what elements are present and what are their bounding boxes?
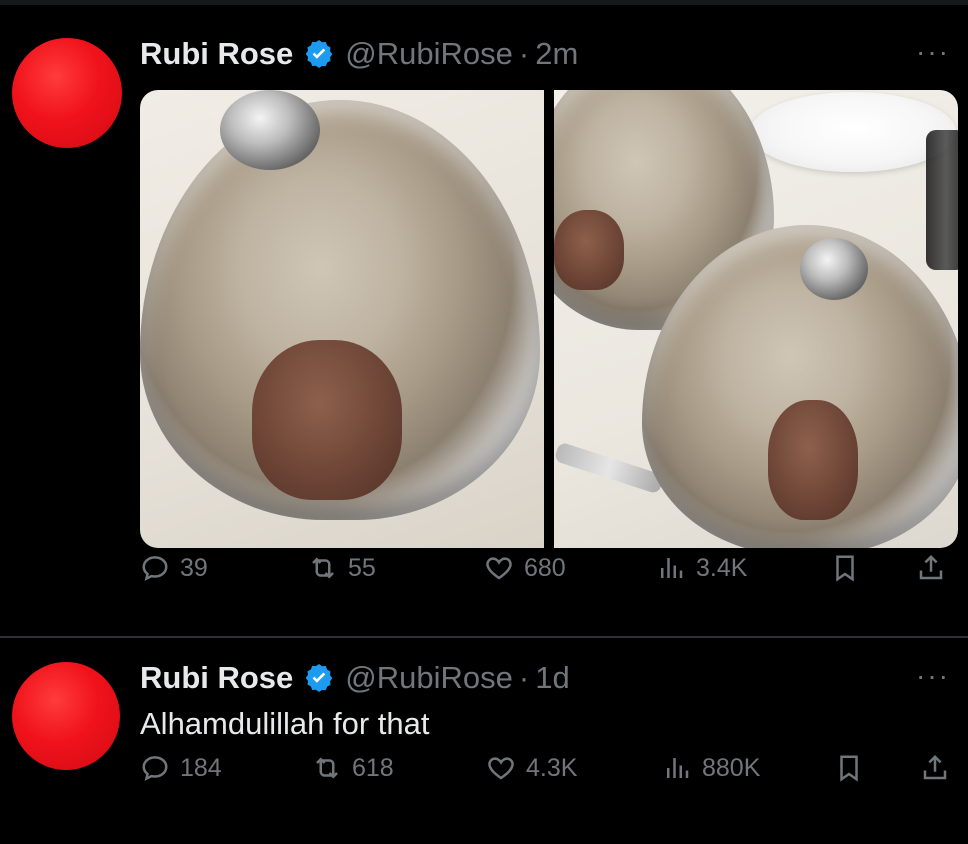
retweet-button[interactable]: 55 — [308, 553, 376, 583]
bar-chart-icon — [667, 758, 689, 778]
bookmark-button[interactable] — [834, 753, 864, 783]
top-separator — [0, 0, 968, 5]
bookmark-button[interactable] — [830, 553, 860, 583]
tweet-header: Rubi Rose @RubiRose · 2m — [140, 36, 578, 72]
cloche-knob — [800, 238, 868, 300]
tweet-media[interactable] — [140, 90, 958, 548]
separator-dot: · — [518, 660, 530, 695]
retweet-count: 618 — [352, 753, 394, 782]
share-button[interactable] — [920, 753, 950, 783]
reply-button[interactable]: 39 — [140, 553, 208, 583]
reply-count: 184 — [180, 753, 222, 782]
separator-dot: · — [518, 36, 530, 71]
views-button[interactable]: 3.4K — [656, 553, 747, 583]
speech-bubble-icon — [142, 756, 168, 781]
verified-badge-icon — [305, 40, 333, 68]
media-photo-2[interactable] — [554, 90, 958, 548]
tweet-header: Rubi Rose @RubiRose · 1d — [140, 660, 570, 696]
views-button[interactable]: 880K — [662, 753, 760, 783]
view-count: 3.4K — [696, 553, 748, 582]
display-name[interactable]: Rubi Rose — [140, 660, 293, 696]
speech-bubble-icon — [142, 556, 168, 581]
media-photo-1[interactable] — [140, 90, 544, 548]
tweet[interactable]: Rubi Rose @RubiRose · 1d ··· Alhamdulill… — [0, 640, 968, 844]
tweet-divider — [0, 636, 968, 638]
reflected-figure — [252, 340, 402, 500]
like-count: 4.3K — [526, 753, 578, 782]
reply-button[interactable]: 184 — [140, 753, 222, 783]
cloche-knob — [220, 90, 320, 170]
retweet-arrows-icon — [316, 757, 338, 779]
reply-count: 39 — [180, 553, 208, 582]
avatar[interactable] — [12, 662, 120, 770]
display-name[interactable]: Rubi Rose — [140, 36, 293, 72]
timestamp[interactable]: 1d — [535, 660, 569, 696]
reflected-figure — [768, 400, 858, 520]
share-button[interactable] — [916, 553, 946, 583]
avatar[interactable] — [12, 38, 122, 148]
retweet-button[interactable]: 618 — [312, 753, 394, 783]
heart-icon — [486, 557, 512, 580]
reflected-figure-small — [554, 210, 624, 290]
verified-badge-icon — [305, 664, 333, 692]
like-button[interactable]: 680 — [484, 553, 566, 583]
bookmark-icon — [836, 555, 854, 582]
glass — [926, 130, 958, 270]
like-button[interactable]: 4.3K — [486, 753, 577, 783]
view-count: 880K — [702, 753, 761, 782]
tweet-text: Alhamdulillah for that — [140, 706, 430, 741]
share-upload-icon — [923, 754, 947, 780]
tweet[interactable]: Rubi Rose @RubiRose · 2m ··· 39 55 680 3… — [0, 6, 968, 636]
retweet-count: 55 — [348, 553, 376, 582]
timestamp[interactable]: 2m — [535, 36, 578, 72]
bar-chart-icon — [661, 558, 683, 578]
handle[interactable]: @RubiRose — [345, 36, 513, 72]
ellipsis-icon[interactable]: ··· — [916, 660, 950, 692]
bookmark-icon — [840, 755, 858, 782]
retweet-arrows-icon — [312, 557, 334, 579]
share-upload-icon — [919, 554, 943, 580]
like-count: 680 — [524, 553, 566, 582]
ellipsis-icon[interactable]: ··· — [916, 36, 950, 68]
heart-icon — [488, 757, 514, 780]
handle[interactable]: @RubiRose — [345, 660, 513, 696]
